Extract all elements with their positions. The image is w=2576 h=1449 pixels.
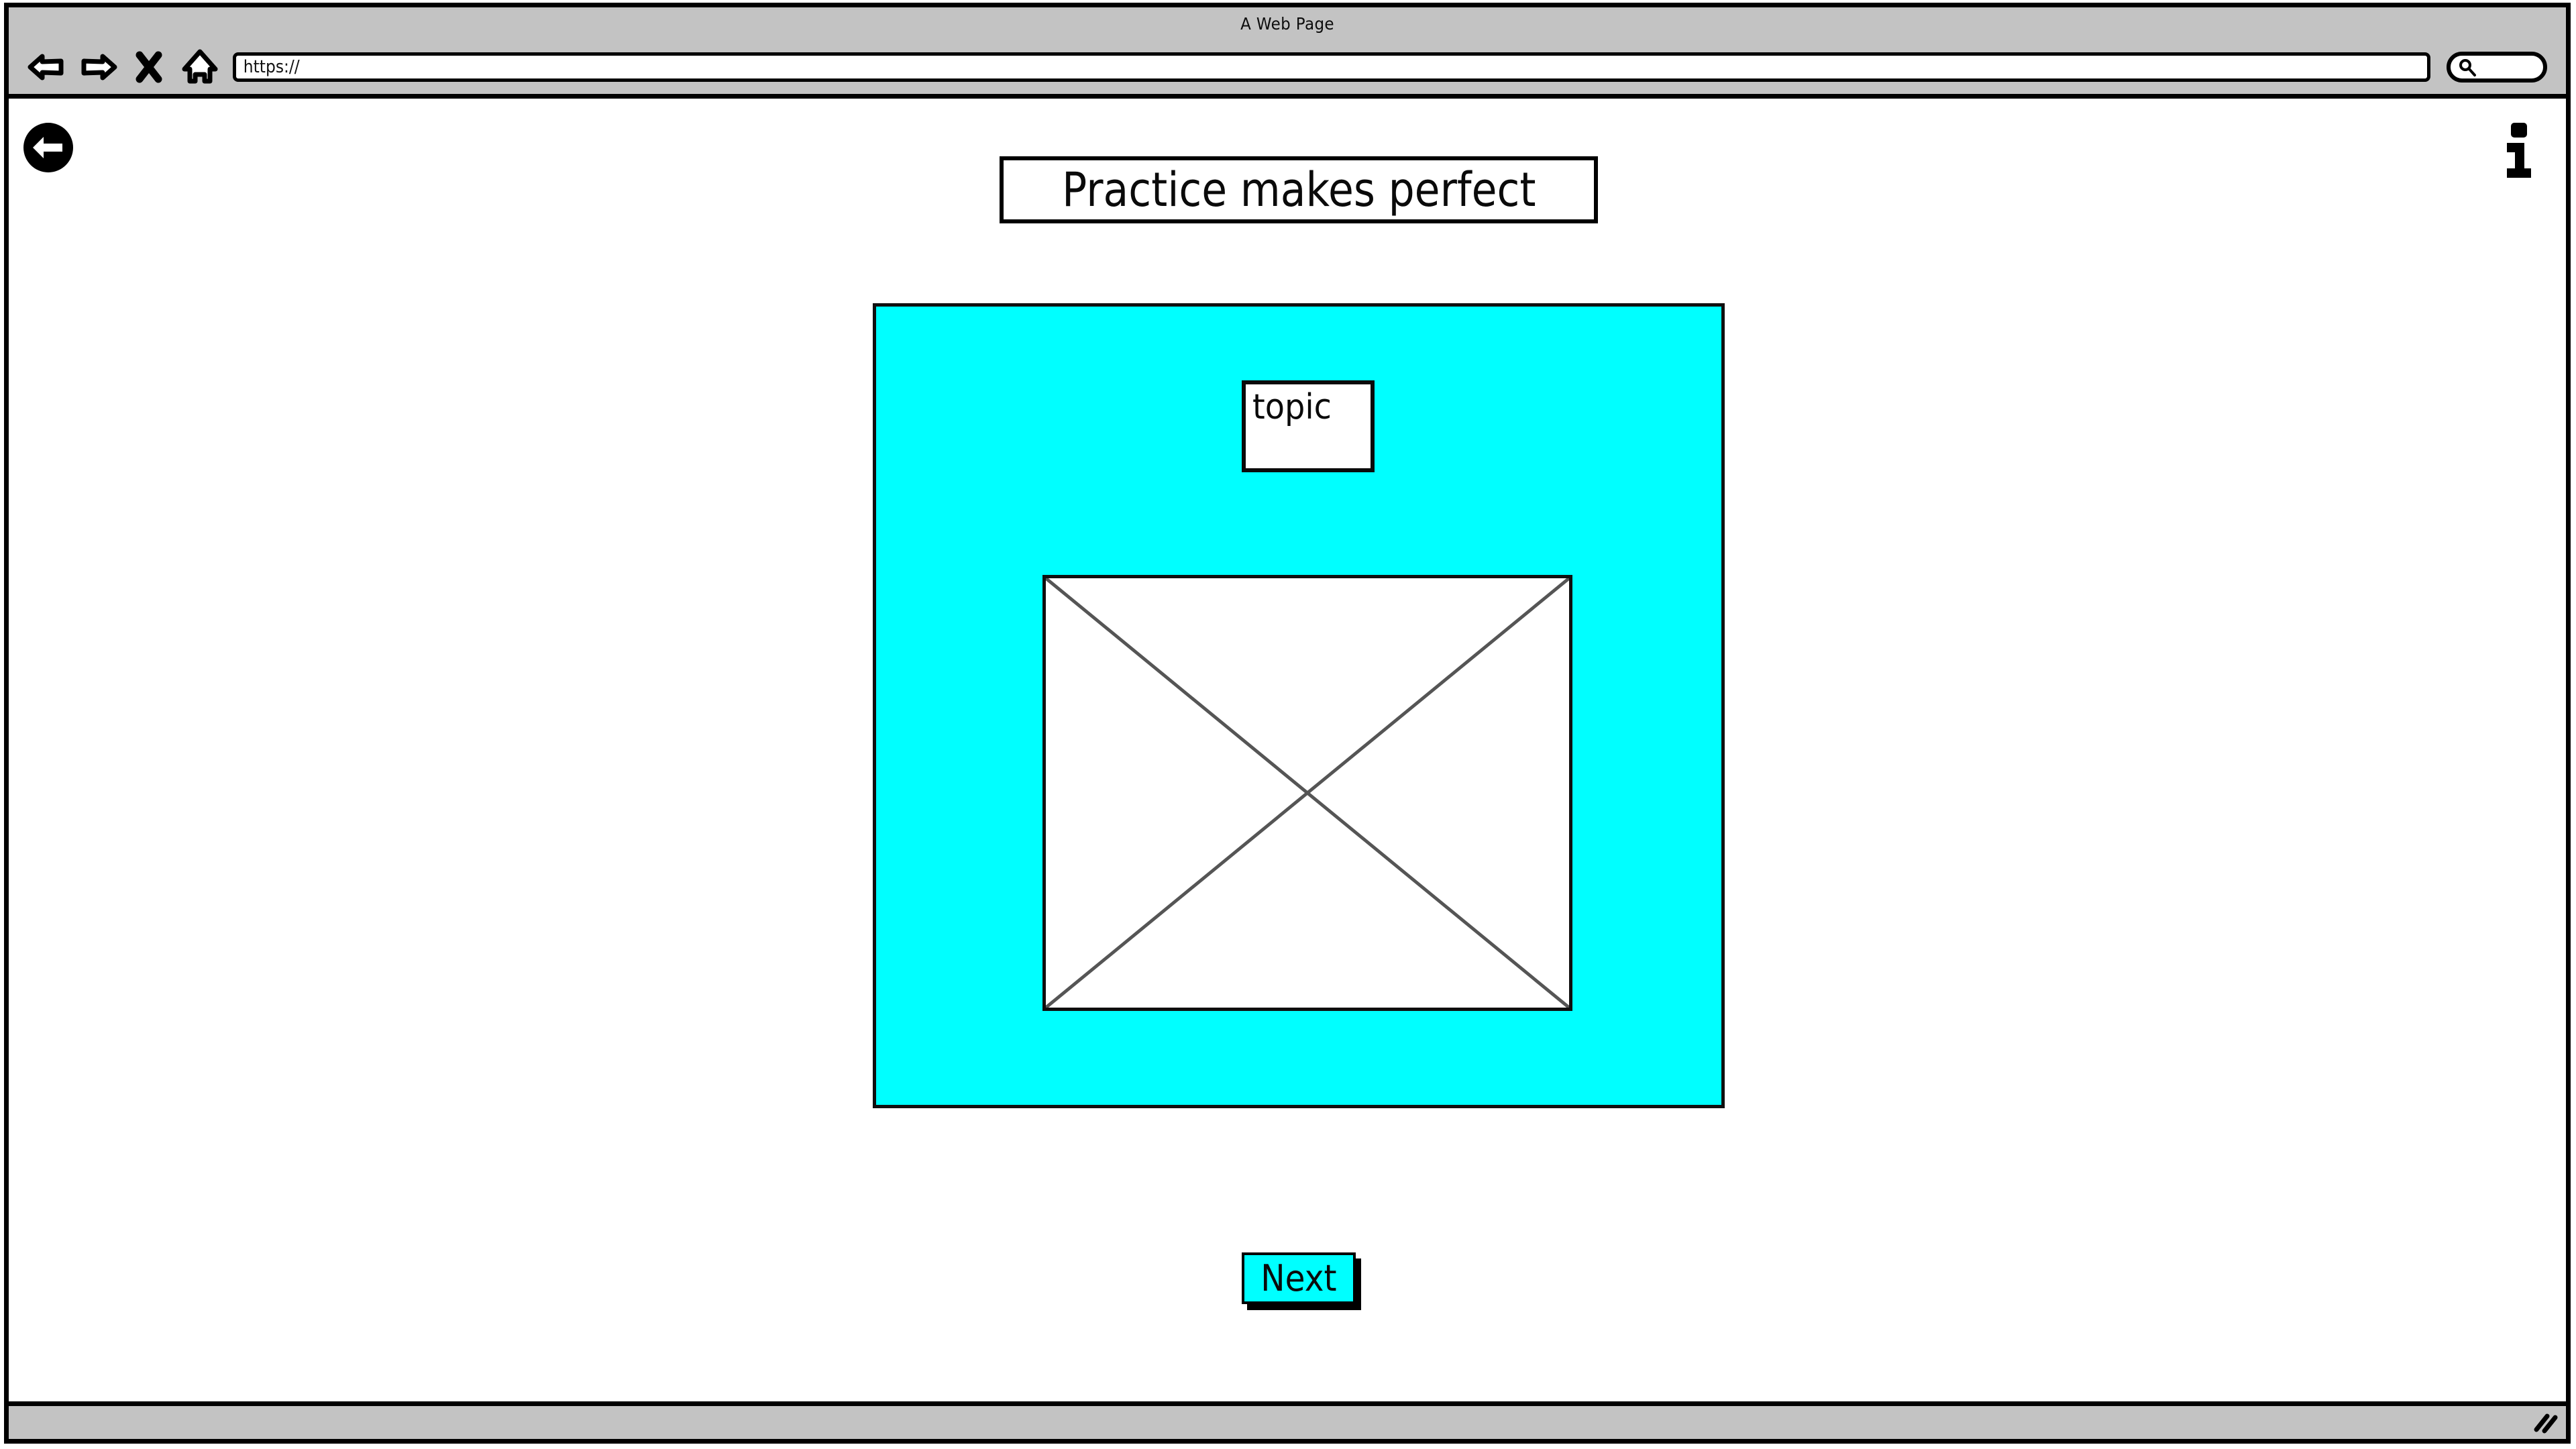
back-arrow-icon[interactable] [26,46,68,88]
page-content-area: Practice makes perfect topic Next [9,99,2566,1401]
url-value: https:// [243,56,300,77]
forward-arrow-icon[interactable] [77,46,119,88]
window-title: A Web Page [1240,13,1334,34]
content-panel: topic [873,303,1725,1108]
search-input[interactable] [2447,51,2547,83]
search-icon [2459,58,2476,76]
topic-label: topic [1252,387,1332,427]
page-title: Practice makes perfect [1061,162,1536,217]
next-button[interactable]: Next [1242,1252,1356,1304]
circle-back-arrow-icon[interactable] [22,121,74,174]
info-icon[interactable] [2500,120,2538,182]
resize-grip-icon[interactable] [2527,1409,2559,1436]
window-title-bar: A Web Page [9,7,2566,40]
browser-toolbar: https:// [9,40,2566,99]
url-input[interactable]: https:// [233,52,2430,82]
page-title-box: Practice makes perfect [1000,156,1598,223]
browser-window: A Web Page https:// Practice makes perfe… [4,3,2571,1444]
status-bar [9,1401,2566,1439]
next-button-label: Next [1260,1256,1337,1299]
image-placeholder-icon[interactable] [1042,575,1572,1011]
navigation-buttons [26,46,221,88]
home-icon[interactable] [179,46,221,88]
stop-x-icon[interactable] [128,46,170,88]
topic-box[interactable]: topic [1242,380,1375,472]
next-button-wrapper: Next [1242,1252,1361,1310]
